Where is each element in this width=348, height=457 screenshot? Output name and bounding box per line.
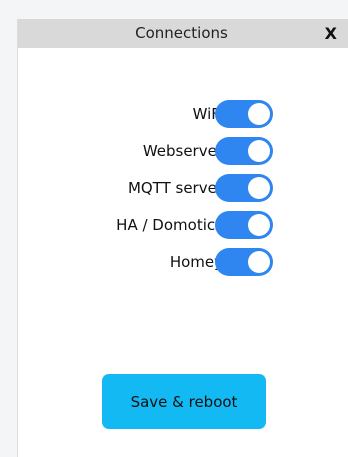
toggle-row-homey: Homey xyxy=(18,245,348,279)
ha-domoticz-toggle[interactable] xyxy=(215,211,273,239)
toggle-label-webserver: Webserver xyxy=(142,142,223,160)
toggle-label-ha-domoticz: HA / Domoticz xyxy=(116,216,223,234)
dialog-title: Connections xyxy=(135,24,228,42)
toggle-row-wifi: WiFi xyxy=(18,97,348,131)
toggle-knob xyxy=(248,251,270,273)
toggle-knob xyxy=(248,214,270,236)
dialog-titlebar: Connections X xyxy=(18,19,348,48)
toggle-knob xyxy=(248,103,270,125)
homey-toggle[interactable] xyxy=(215,248,273,276)
close-icon[interactable]: X xyxy=(325,19,337,48)
wifi-toggle[interactable] xyxy=(215,100,273,128)
toggle-row-mqtt: MQTT server xyxy=(18,171,348,205)
save-reboot-button[interactable]: Save & reboot xyxy=(102,374,266,429)
toggle-knob xyxy=(248,177,270,199)
mqtt-toggle[interactable] xyxy=(215,174,273,202)
toggle-row-ha-domoticz: HA / Domoticz xyxy=(18,208,348,242)
webserver-toggle[interactable] xyxy=(215,137,273,165)
toggle-row-webserver: Webserver xyxy=(18,134,348,168)
toggle-label-mqtt: MQTT server xyxy=(127,179,223,197)
toggle-knob xyxy=(248,140,270,162)
connections-dialog: Connections X WiFi Webserver MQTT server… xyxy=(17,19,348,457)
